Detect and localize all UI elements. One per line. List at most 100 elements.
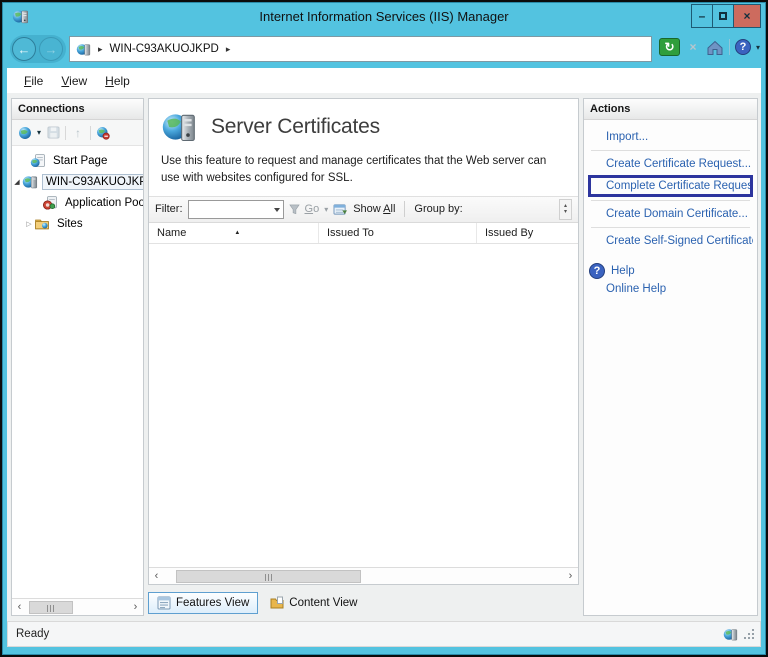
highlight-box: Complete Certificate Request...: [588, 175, 753, 197]
features-horizontal-scrollbar[interactable]: ‹ ›: [149, 567, 578, 584]
toolbar-overflow-spinner[interactable]: ▴ ▾: [559, 199, 572, 220]
toolbar-divider: [404, 201, 405, 217]
save-floppy-icon: [47, 126, 60, 139]
tree-label-application-pools: Application Poo: [62, 196, 143, 210]
help-button[interactable]: ?: [735, 39, 751, 55]
combo-dropdown-icon[interactable]: [274, 208, 280, 212]
go-button[interactable]: Go: [305, 203, 320, 215]
up-level-button[interactable]: ↑: [70, 125, 86, 141]
menu-view[interactable]: View: [52, 71, 96, 91]
close-button[interactable]: ×: [733, 4, 761, 28]
create-connection-dropdown-icon[interactable]: ▾: [37, 128, 41, 137]
connections-toolbar: ▾ ↑: [12, 120, 143, 146]
certificates-list-empty[interactable]: [149, 244, 578, 568]
tree-item-start-page[interactable]: Start Page: [12, 150, 143, 171]
status-bar: Ready: [7, 621, 761, 647]
scroll-right-icon[interactable]: ›: [128, 600, 143, 615]
breadcrumb-arrow-icon[interactable]: ▸: [226, 44, 231, 55]
action-import[interactable]: Import...: [588, 127, 753, 147]
features-view-icon: [157, 596, 171, 610]
breadcrumb[interactable]: ▸ WIN-C93AKUOJKPD ▸: [69, 36, 652, 62]
scrollbar-thumb[interactable]: [29, 601, 73, 614]
connections-header: Connections: [12, 99, 143, 120]
minimize-button[interactable]: –: [691, 4, 713, 28]
stop-icon: ×: [689, 40, 696, 54]
tab-label: Features View: [176, 597, 249, 609]
group-by-label: Group by:: [414, 203, 462, 215]
navigation-pill: ← →: [10, 35, 66, 63]
action-create-domain-certificate[interactable]: Create Domain Certificate...: [588, 204, 753, 224]
breadcrumb-server-icon: [76, 42, 91, 57]
filter-input[interactable]: [191, 202, 271, 217]
go-dropdown-icon[interactable]: ▾: [324, 205, 328, 214]
menu-help[interactable]: Help: [96, 71, 139, 91]
connect-globe-icon: [18, 126, 32, 140]
action-create-self-signed-certificate[interactable]: Create Self-Signed Certificate...: [588, 231, 753, 251]
scrollbar-thumb[interactable]: [176, 570, 361, 583]
separator: [591, 227, 750, 228]
tree-label-sites: Sites: [54, 217, 86, 231]
refresh-button[interactable]: ↻: [659, 38, 680, 56]
close-icon: ×: [743, 9, 750, 23]
save-connections-button[interactable]: [45, 125, 61, 141]
separator: [591, 150, 750, 151]
action-create-certificate-request[interactable]: Create Certificate Request...: [588, 154, 753, 174]
address-bar: ← → ▸ WIN-C93AKUOJKPD ▸ ↻: [3, 30, 765, 68]
iis-manager-window: Internet Information Services (IIS) Mana…: [2, 2, 766, 655]
forward-button[interactable]: →: [39, 37, 63, 61]
tab-features-view[interactable]: Features View: [148, 592, 258, 614]
up-arrow-icon: ↑: [75, 126, 81, 140]
refresh-icon: ↻: [664, 40, 674, 54]
features-pane: Server Certificates Use this feature to …: [148, 98, 579, 585]
connections-horizontal-scrollbar[interactable]: ‹ ›: [12, 598, 143, 615]
view-tabs: Features View Content View: [148, 590, 579, 616]
help-dropdown-icon[interactable]: ▾: [756, 43, 760, 52]
create-connection-button[interactable]: [17, 125, 33, 141]
action-help[interactable]: Help: [609, 263, 637, 279]
scroll-right-icon[interactable]: ›: [563, 569, 578, 584]
screenshot-root: Internet Information Services (IIS) Mana…: [0, 0, 768, 657]
action-complete-certificate-request[interactable]: Complete Certificate Request...: [591, 178, 750, 194]
resize-grip[interactable]: [744, 637, 746, 639]
scroll-left-icon[interactable]: ‹: [12, 600, 27, 615]
filter-combo[interactable]: [188, 200, 284, 219]
title-bar[interactable]: Internet Information Services (IIS) Mana…: [3, 3, 765, 30]
help-icon: ?: [740, 41, 747, 53]
scroll-left-icon[interactable]: ‹: [149, 569, 164, 584]
show-all-icon: [333, 203, 348, 216]
sort-ascending-icon: ▲: [234, 230, 240, 236]
tree-item-server[interactable]: ◢ WIN-C93AKUOJKPD: [12, 171, 143, 192]
forward-icon: →: [45, 42, 58, 57]
menu-file[interactable]: File: [15, 71, 52, 91]
stop-button[interactable]: ×: [685, 39, 701, 55]
status-iis-icon: [723, 627, 738, 642]
tree-expanded-icon[interactable]: ◢: [12, 178, 22, 186]
filter-toolbar: Filter: Go ▾: [149, 196, 578, 223]
menu-bar: File View Help: [7, 68, 761, 93]
maximize-icon: [719, 12, 727, 20]
tab-label: Content View: [289, 597, 357, 609]
tree-label-server: WIN-C93AKUOJKPD: [42, 174, 143, 190]
home-button home-icon[interactable]: [706, 39, 724, 56]
filter-label: Filter:: [155, 203, 183, 215]
minimize-icon: –: [699, 9, 706, 23]
action-online-help[interactable]: Online Help: [588, 279, 753, 299]
maximize-button[interactable]: [712, 4, 734, 28]
back-button[interactable]: ←: [12, 37, 36, 61]
breadcrumb-server-name[interactable]: WIN-C93AKUOJKPD: [110, 43, 219, 55]
column-header-name[interactable]: Name ▲: [149, 223, 319, 243]
show-all-button[interactable]: Show All: [353, 203, 395, 215]
column-header-issued-by[interactable]: Issued By: [477, 223, 578, 243]
page-title: Server Certificates: [211, 115, 380, 139]
tree-label-start-page: Start Page: [50, 154, 110, 168]
column-header-issued-to[interactable]: Issued To: [319, 223, 477, 243]
tab-content-view[interactable]: Content View: [262, 593, 365, 613]
separator: [591, 200, 750, 201]
tree-collapsed-icon[interactable]: ▷: [24, 220, 34, 228]
spinner-down-icon[interactable]: ▾: [564, 209, 567, 215]
tree-item-application-pools[interactable]: Application Poo: [12, 192, 143, 213]
delete-connection-button[interactable]: [95, 125, 111, 141]
server-node-icon: [22, 174, 38, 190]
tree-item-sites[interactable]: ▷ Sites: [12, 213, 143, 234]
actions-panel: Actions Import... Create Certificate Req…: [583, 98, 758, 616]
